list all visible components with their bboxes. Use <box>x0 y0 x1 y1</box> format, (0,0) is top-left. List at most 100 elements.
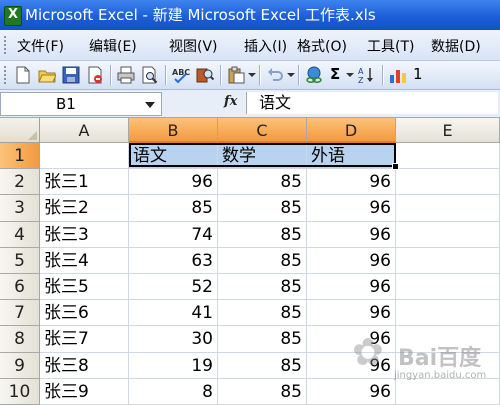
cell-a8[interactable]: 张三7 <box>40 326 129 353</box>
save-icon[interactable] <box>62 66 80 84</box>
cell-e9[interactable] <box>396 352 500 379</box>
fill-handle[interactable] <box>392 163 399 170</box>
cell-d9[interactable]: 96 <box>307 352 396 379</box>
cell-c1[interactable]: 数学 <box>218 143 307 170</box>
cell-a10[interactable]: 张三9 <box>40 378 129 405</box>
paste-icon[interactable] <box>227 66 245 84</box>
print-icon[interactable] <box>117 66 135 84</box>
column-header-d[interactable]: D <box>307 118 396 143</box>
cell-b4[interactable]: 74 <box>129 221 218 248</box>
chart-wizard-icon[interactable] <box>389 66 407 84</box>
cell-e7[interactable] <box>396 300 500 327</box>
sort-ascending-icon[interactable]: AZ <box>358 66 376 84</box>
row-header[interactable]: 8 <box>0 326 40 353</box>
cell-d7[interactable]: 96 <box>307 300 396 327</box>
cell-b3[interactable]: 85 <box>129 195 218 222</box>
row-header[interactable]: 7 <box>0 300 40 327</box>
cell-c10[interactable]: 85 <box>218 378 307 405</box>
row-header[interactable]: 10 <box>0 378 40 405</box>
cell-c5[interactable]: 85 <box>218 247 307 274</box>
row-header[interactable]: 2 <box>0 169 40 196</box>
cell-a1[interactable] <box>40 143 129 170</box>
open-folder-icon[interactable] <box>38 66 56 84</box>
cell-b10[interactable]: 8 <box>129 378 218 405</box>
excel-app-icon[interactable] <box>4 0 22 30</box>
cell-b5[interactable]: 63 <box>129 247 218 274</box>
menu-insert[interactable]: 插入(I) <box>244 36 287 56</box>
cell-b6[interactable]: 52 <box>129 274 218 301</box>
cell-c6[interactable]: 85 <box>218 274 307 301</box>
name-box[interactable]: B1 <box>0 92 162 116</box>
research-icon[interactable] <box>196 66 214 84</box>
hyperlink-icon[interactable] <box>305 66 323 84</box>
svg-text:Z: Z <box>358 76 364 84</box>
menu-data[interactable]: 数据(D) <box>431 36 481 56</box>
name-box-dropdown-icon[interactable] <box>145 102 155 108</box>
cell-c3[interactable]: 85 <box>218 195 307 222</box>
menu-format[interactable]: 格式(O) <box>297 36 347 56</box>
cell-a2[interactable]: 张三1 <box>40 169 129 196</box>
undo-dropdown-icon[interactable] <box>287 73 295 77</box>
menubar-grip-handle[interactable] <box>3 35 7 55</box>
cell-e8[interactable] <box>396 326 500 353</box>
cell-a5[interactable]: 张三4 <box>40 247 129 274</box>
row-header[interactable]: 3 <box>0 195 40 222</box>
cell-e10[interactable] <box>396 378 500 405</box>
autosum-icon[interactable]: Σ <box>330 65 340 83</box>
row-header[interactable]: 9 <box>0 352 40 379</box>
cell-b9[interactable]: 19 <box>129 352 218 379</box>
cell-a6[interactable]: 张三5 <box>40 274 129 301</box>
cell-b8[interactable]: 30 <box>129 326 218 353</box>
cell-d1[interactable]: 外语 <box>307 143 396 170</box>
cell-e4[interactable] <box>396 221 500 248</box>
cell-a4[interactable]: 张三3 <box>40 221 129 248</box>
row-header[interactable]: 6 <box>0 274 40 301</box>
cell-d8[interactable]: 96 <box>307 326 396 353</box>
spelling-check-icon[interactable]: ABC <box>172 66 190 84</box>
new-document-icon[interactable] <box>14 66 32 84</box>
select-all-corner[interactable] <box>0 118 40 143</box>
formula-input[interactable]: 语文 <box>246 92 498 114</box>
permission-icon[interactable] <box>86 66 104 84</box>
row-header[interactable]: 5 <box>0 247 40 274</box>
cell-c4[interactable]: 85 <box>218 221 307 248</box>
cell-e6[interactable] <box>396 274 500 301</box>
menu-edit[interactable]: 编辑(E) <box>89 36 137 56</box>
cell-c2[interactable]: 85 <box>218 169 307 196</box>
column-header-e[interactable]: E <box>396 118 500 143</box>
cell-c8[interactable]: 85 <box>218 326 307 353</box>
cell-a9[interactable]: 张三8 <box>40 352 129 379</box>
undo-icon[interactable] <box>266 66 284 84</box>
cell-e2[interactable] <box>396 169 500 196</box>
cell-d6[interactable]: 96 <box>307 274 396 301</box>
column-header-a[interactable]: A <box>40 118 129 143</box>
menu-view[interactable]: 视图(V) <box>169 36 218 56</box>
row-header[interactable]: 1 <box>0 143 40 170</box>
cell-e1[interactable] <box>396 143 500 170</box>
cell-d3[interactable]: 96 <box>307 195 396 222</box>
insert-function-icon[interactable]: fx <box>224 94 237 109</box>
cell-d10[interactable]: 96 <box>307 378 396 405</box>
menu-tools[interactable]: 工具(T) <box>367 36 414 56</box>
cell-a7[interactable]: 张三6 <box>40 300 129 327</box>
cell-a3[interactable]: 张三2 <box>40 195 129 222</box>
cell-b2[interactable]: 96 <box>129 169 218 196</box>
row-header[interactable]: 4 <box>0 221 40 248</box>
toolbar-grip-handle[interactable] <box>3 65 7 85</box>
cell-b7[interactable]: 41 <box>129 300 218 327</box>
cell-d5[interactable]: 96 <box>307 247 396 274</box>
cell-d2[interactable]: 96 <box>307 169 396 196</box>
autosum-dropdown-icon[interactable] <box>346 73 354 77</box>
cell-e3[interactable] <box>396 195 500 222</box>
cell-d4[interactable]: 96 <box>307 221 396 248</box>
zoom-box[interactable]: 1 <box>413 65 423 83</box>
cell-c9[interactable]: 85 <box>218 352 307 379</box>
paste-dropdown-icon[interactable] <box>248 73 256 77</box>
menu-file[interactable]: 文件(F) <box>17 36 64 56</box>
cell-c7[interactable]: 85 <box>218 300 307 327</box>
print-preview-icon[interactable] <box>141 66 159 84</box>
cell-e5[interactable] <box>396 247 500 274</box>
cell-b1[interactable]: 语文 <box>129 143 218 170</box>
column-header-c[interactable]: C <box>218 118 307 143</box>
column-header-b[interactable]: B <box>129 118 218 143</box>
